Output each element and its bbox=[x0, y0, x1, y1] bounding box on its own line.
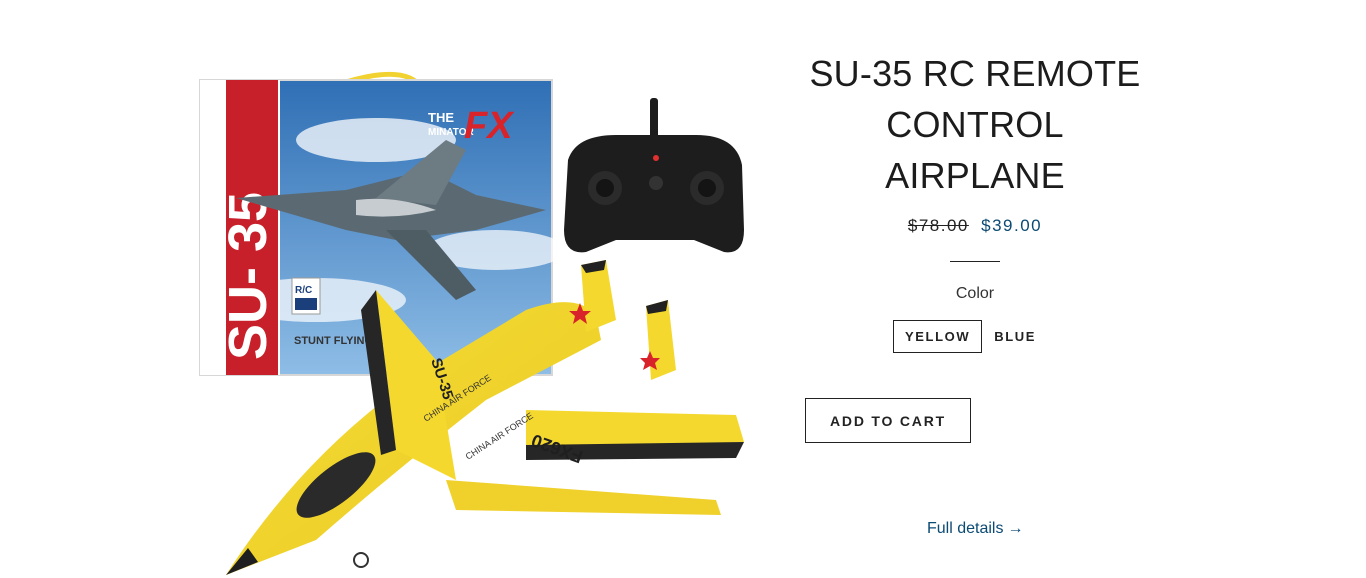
color-option-yellow[interactable]: YELLOW bbox=[893, 320, 983, 353]
product-info: SU-35 RC REMOTE CONTROL AIRPLANE $78.00 … bbox=[805, 0, 1145, 578]
divider bbox=[950, 261, 1000, 262]
add-to-cart-button[interactable]: ADD TO CART bbox=[805, 398, 971, 443]
price-original: $78.00 bbox=[907, 216, 969, 235]
color-swatches: YELLOW BLUE bbox=[893, 320, 1048, 353]
price-sale: $39.00 bbox=[981, 216, 1043, 235]
product-title: SU-35 RC REMOTE CONTROL AIRPLANE bbox=[809, 53, 1141, 196]
color-label: Color bbox=[955, 285, 995, 302]
product-image: SU- 35 THE MINATOR FX R/C STUNT FLYING A… bbox=[196, 70, 752, 578]
full-details-link[interactable]: Full details → bbox=[927, 520, 1023, 538]
plane-wing-text-2: CHINA AIR FORCE bbox=[464, 411, 535, 462]
box-brand-the: THE bbox=[428, 110, 454, 125]
product-price: $78.00 $39.00 bbox=[805, 216, 1145, 236]
box-brand-fx: FX bbox=[464, 105, 515, 147]
arrow-right-icon: → bbox=[1007, 520, 1024, 537]
remote-controller bbox=[564, 98, 744, 253]
color-option-blue[interactable]: BLUE bbox=[982, 320, 1048, 353]
full-details-label: Full details bbox=[927, 520, 1004, 537]
box-model-text: SU- 35 bbox=[218, 192, 278, 360]
box-rc-badge: R/C bbox=[295, 285, 312, 296]
